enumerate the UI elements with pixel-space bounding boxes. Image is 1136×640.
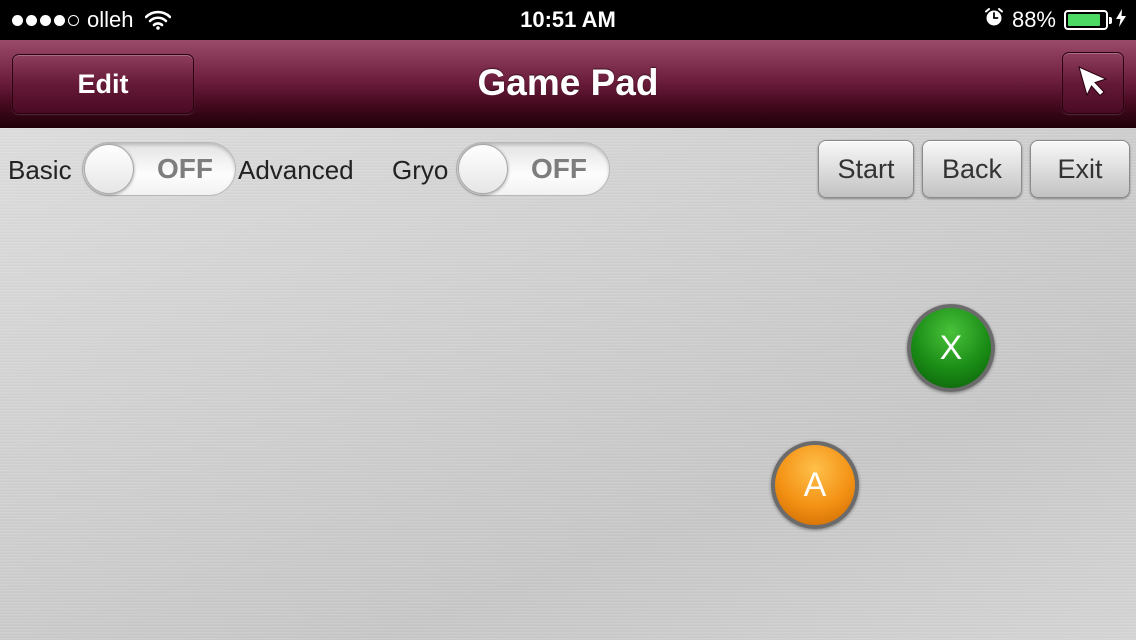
battery-fill [1068,14,1100,26]
start-button[interactable]: Start [818,140,914,198]
a-button[interactable]: A [771,441,859,529]
alarm-icon [984,7,1004,33]
x-button[interactable]: X [907,304,995,392]
game-pad-area: Basic OFF Advanced Gryo OFF Start Back E… [0,128,1136,640]
battery-nub [1109,17,1112,24]
toggle-knob [458,144,508,194]
toggle-knob [84,144,134,194]
pointer-button[interactable] [1062,52,1124,114]
edit-button[interactable]: Edit [12,54,194,114]
exit-button[interactable]: Exit [1030,140,1130,198]
gyro-toggle-state: OFF [531,153,587,184]
status-time: 10:51 AM [520,7,616,32]
nav-bar: Game Pad Edit [0,40,1136,128]
gyro-label: Gryo [392,155,449,185]
status-right: 88% [984,0,1126,40]
mode-toggle-state: OFF [157,153,213,184]
advanced-label: Advanced [238,155,354,185]
mouse-pointer-icon [1076,64,1110,103]
battery-icon [1064,10,1112,30]
back-button[interactable]: Back [922,140,1022,198]
mode-toggle[interactable]: OFF [82,142,236,196]
status-bar: olleh 10:51 AM 88% [0,0,1136,40]
gyro-toggle[interactable]: OFF [456,142,610,196]
charging-bolt-icon [1116,7,1126,33]
battery-percent: 88% [1011,7,1056,32]
basic-label: Basic [8,155,72,185]
